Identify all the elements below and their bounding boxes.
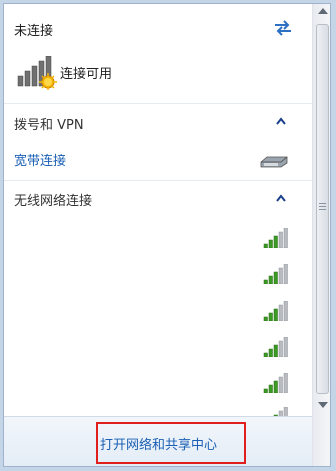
signal-bar bbox=[273, 235, 278, 248]
signal-bar bbox=[278, 340, 283, 357]
signal-bar bbox=[263, 243, 268, 248]
scrollbar[interactable] bbox=[312, 4, 330, 466]
signal-bar bbox=[268, 312, 273, 321]
signal-bar bbox=[263, 352, 268, 357]
scroll-down-arrow[interactable] bbox=[318, 402, 328, 408]
signal-bar bbox=[268, 239, 273, 248]
signal-bar bbox=[283, 301, 288, 321]
network-flyout: 未连接 连接可用 拨号和 VPN 宽带连接 无线网络连接 打开网络和共享中心 bbox=[3, 3, 331, 467]
modem-icon bbox=[260, 156, 288, 168]
signal-bar bbox=[268, 348, 273, 357]
signal-bar bbox=[283, 228, 288, 248]
wifi-signal-icon bbox=[263, 264, 288, 284]
signal-bar bbox=[273, 271, 278, 284]
divider bbox=[4, 180, 312, 181]
wifi-network-item[interactable] bbox=[4, 222, 312, 256]
signal-bar bbox=[278, 376, 283, 393]
signal-bar bbox=[268, 384, 273, 393]
signal-bar bbox=[273, 380, 278, 393]
wifi-signal-icon bbox=[263, 228, 288, 248]
collapse-chevron-icon[interactable] bbox=[276, 194, 286, 202]
signal-bar bbox=[273, 344, 278, 357]
scroll-up-arrow[interactable] bbox=[318, 8, 328, 14]
wifi-network-item[interactable] bbox=[4, 295, 312, 329]
signal-bar bbox=[278, 231, 283, 248]
wifi-network-item[interactable] bbox=[4, 331, 312, 365]
wifi-signal-icon bbox=[263, 373, 288, 393]
scrollbar-thumb[interactable] bbox=[316, 24, 329, 394]
broadband-connection-link[interactable]: 宽带连接 bbox=[14, 150, 66, 169]
wifi-network-item[interactable] bbox=[4, 367, 312, 401]
divider bbox=[4, 103, 312, 104]
connection-status-title: 未连接 bbox=[14, 24, 54, 39]
signal-bar bbox=[273, 308, 278, 321]
dialup-vpn-header: 拨号和 VPN bbox=[14, 118, 84, 133]
signal-bar bbox=[278, 304, 283, 321]
signal-bar bbox=[283, 264, 288, 284]
wifi-signal-icon bbox=[263, 301, 288, 321]
signal-bar bbox=[278, 267, 283, 284]
connection-available-text: 连接可用 bbox=[60, 67, 113, 82]
signal-bar bbox=[263, 316, 268, 321]
signal-bar bbox=[263, 279, 268, 284]
highlight-box bbox=[96, 422, 246, 464]
signal-bar bbox=[268, 275, 273, 284]
collapse-chevron-icon[interactable] bbox=[276, 117, 286, 125]
signal-bar bbox=[283, 337, 288, 357]
signal-bar bbox=[283, 373, 288, 393]
network-status-icon bbox=[17, 56, 57, 90]
refresh-icon[interactable] bbox=[272, 19, 294, 37]
wifi-network-item[interactable] bbox=[4, 258, 312, 292]
wireless-header: 无线网络连接 bbox=[14, 194, 93, 209]
wifi-signal-icon bbox=[263, 337, 288, 357]
signal-bar bbox=[263, 388, 268, 393]
